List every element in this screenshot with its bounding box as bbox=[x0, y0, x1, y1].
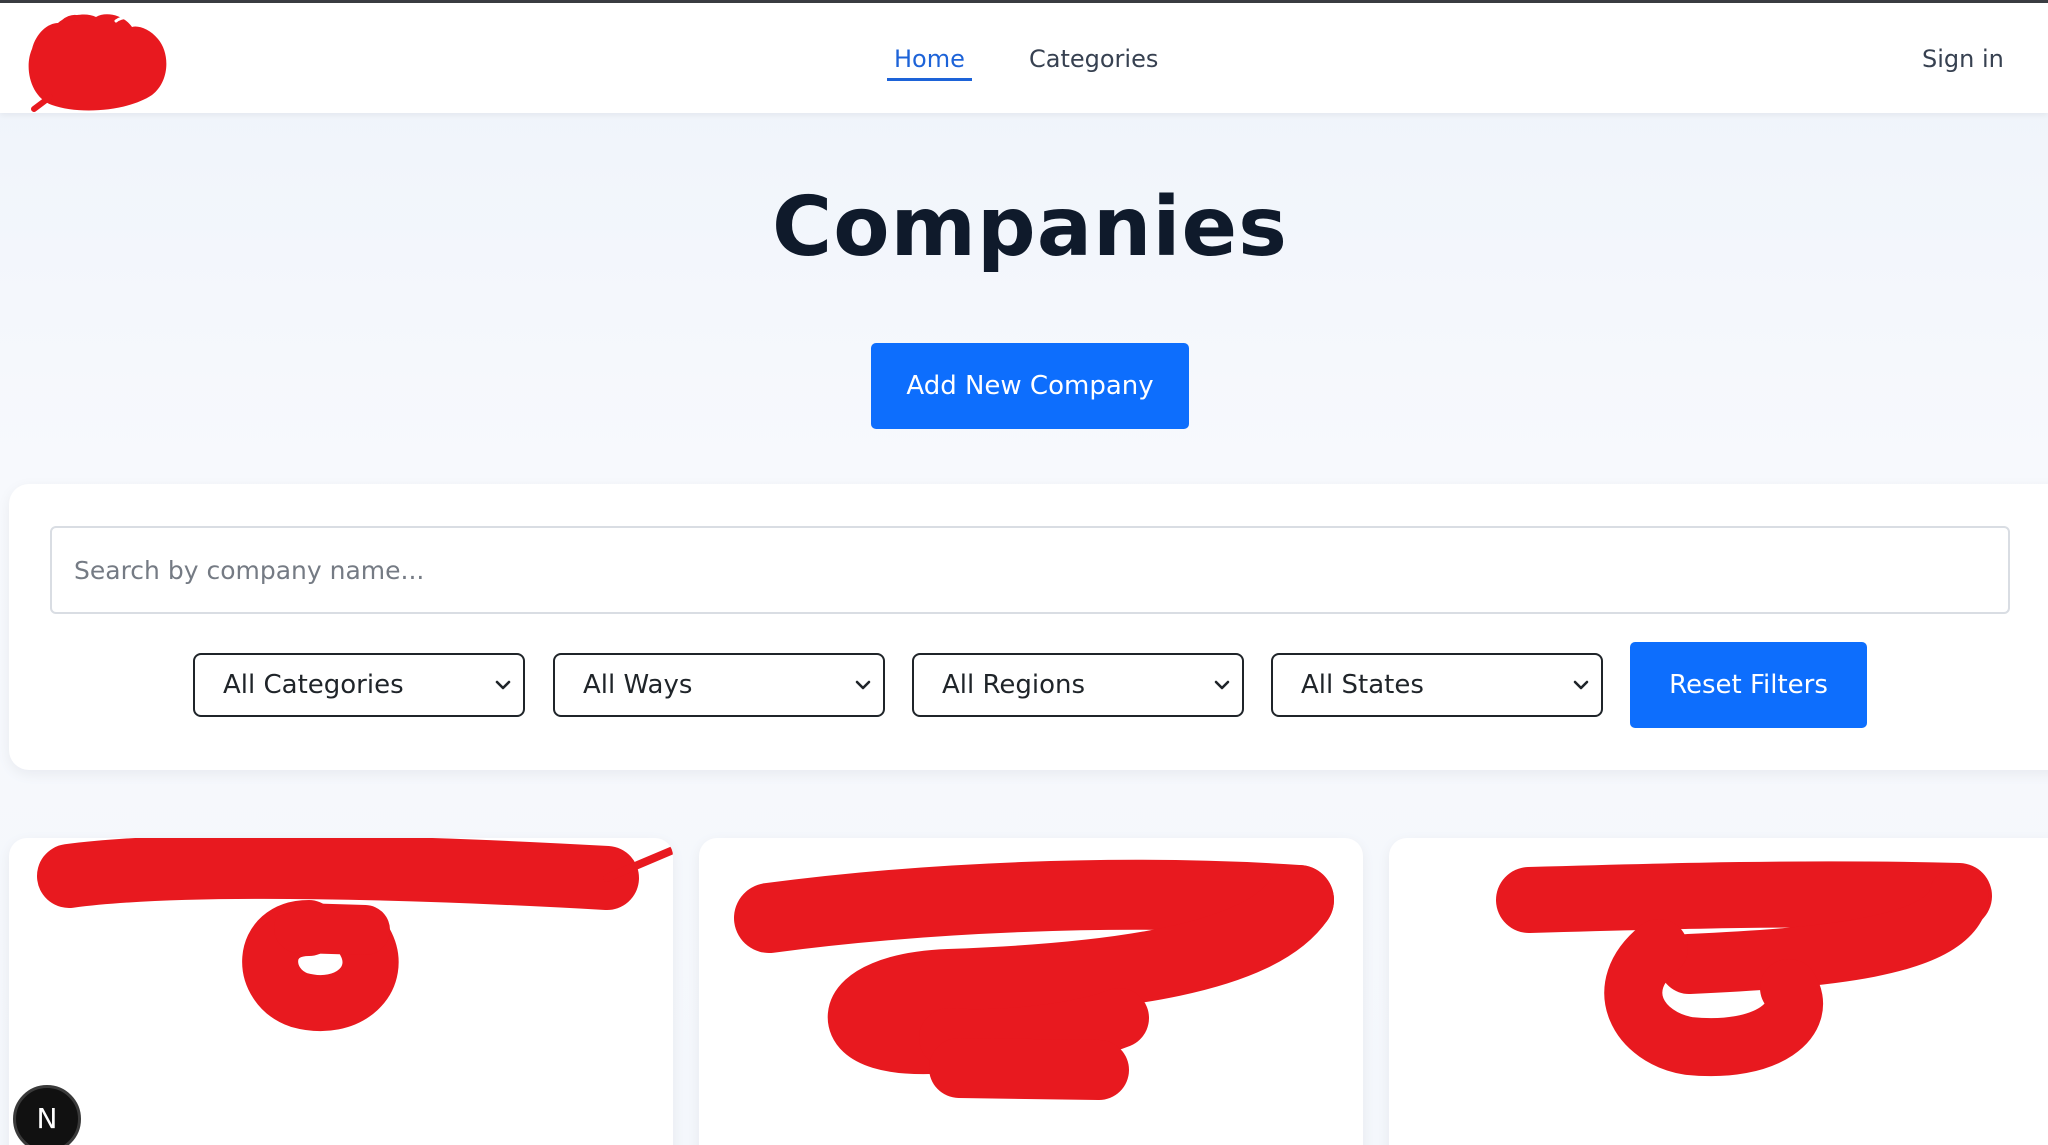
redacted-card-content bbox=[734, 859, 1334, 1100]
ways-filter-select[interactable]: All Ways bbox=[553, 653, 885, 717]
page: Home Categories Sign in Companies Add Ne… bbox=[0, 0, 2048, 1145]
states-filter-value: All States bbox=[1301, 670, 1424, 700]
regions-filter-select[interactable]: All Regions bbox=[912, 653, 1244, 717]
company-card[interactable] bbox=[9, 838, 673, 1145]
regions-filter-value: All Regions bbox=[942, 670, 1086, 700]
company-card[interactable] bbox=[699, 838, 1363, 1145]
redacted-card-content bbox=[37, 838, 673, 1032]
sign-in-link[interactable]: Sign in bbox=[1922, 41, 2004, 81]
chevron-down-icon bbox=[855, 680, 871, 690]
nav-home-link[interactable]: Home bbox=[887, 41, 972, 81]
chevron-down-icon bbox=[1214, 680, 1230, 690]
redacted-logo[interactable] bbox=[20, 9, 172, 113]
company-card[interactable] bbox=[1389, 838, 2048, 1145]
top-navbar: Home Categories Sign in bbox=[0, 3, 2048, 113]
category-filter-value: All Categories bbox=[223, 670, 404, 700]
chevron-down-icon bbox=[1573, 680, 1589, 690]
reset-filters-button[interactable]: Reset Filters bbox=[1630, 642, 1867, 728]
page-title: Companies bbox=[772, 180, 1288, 275]
ways-filter-value: All Ways bbox=[583, 670, 693, 700]
filter-panel: All Categories All Ways All Regions All … bbox=[9, 484, 2048, 770]
redacted-card-content bbox=[1496, 861, 1992, 1077]
chevron-down-icon bbox=[495, 680, 511, 690]
dev-tools-badge[interactable]: N bbox=[13, 1085, 81, 1145]
category-filter-select[interactable]: All Categories bbox=[193, 653, 525, 717]
nav-categories-link[interactable]: Categories bbox=[1029, 41, 1158, 81]
add-new-company-button[interactable]: Add New Company bbox=[871, 343, 1189, 429]
states-filter-select[interactable]: All States bbox=[1271, 653, 1603, 717]
company-search-input[interactable] bbox=[50, 526, 2010, 614]
